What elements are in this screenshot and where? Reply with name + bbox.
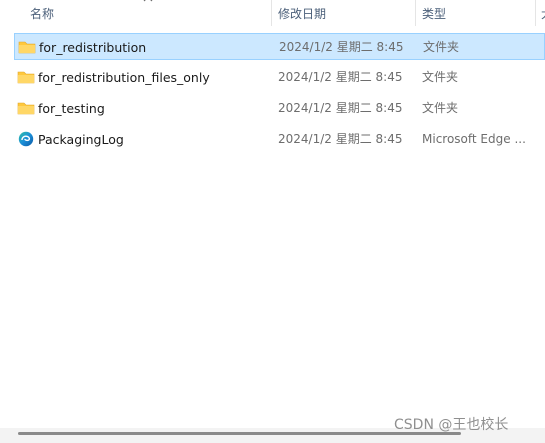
column-header-bar: 名称 修改日期 类型 大 — [0, 0, 545, 28]
column-header-date-modified[interactable]: 修改日期 — [278, 0, 326, 28]
folder-icon — [18, 41, 36, 54]
folder-icon — [17, 102, 35, 115]
file-date: 2024/1/2 星期二 8:45 — [278, 70, 403, 84]
column-header-name[interactable]: 名称 — [30, 0, 54, 28]
column-divider[interactable] — [271, 0, 272, 26]
file-date: 2024/1/2 星期二 8:45 — [278, 132, 403, 146]
file-date: 2024/1/2 星期二 8:45 — [278, 101, 403, 115]
file-row-for-redistribution[interactable]: for_redistribution 2024/1/2 星期二 8:45 文件夹 — [14, 33, 545, 60]
file-row-for-redistribution-files-only[interactable]: for_redistribution_files_only 2024/1/2 星… — [14, 64, 545, 91]
column-divider[interactable] — [535, 0, 536, 26]
file-name: for_redistribution — [39, 40, 147, 55]
file-date: 2024/1/2 星期二 8:45 — [279, 40, 404, 54]
column-divider[interactable] — [415, 0, 416, 26]
sort-ascending-icon — [143, 0, 153, 2]
column-header-type[interactable]: 类型 — [422, 0, 446, 28]
file-name: PackagingLog — [38, 132, 124, 147]
edge-icon — [18, 131, 34, 147]
watermark: CSDN @王也校长 — [394, 417, 509, 433]
file-name: for_testing — [38, 101, 105, 116]
file-type: Microsoft Edge ... — [422, 132, 526, 146]
file-name: for_redistribution_files_only — [38, 70, 210, 85]
file-type: 文件夹 — [422, 70, 459, 84]
file-row-for-testing[interactable]: for_testing 2024/1/2 星期二 8:45 文件夹 — [14, 95, 545, 122]
file-type: 文件夹 — [422, 101, 459, 115]
column-header-size[interactable]: 大 — [541, 0, 545, 28]
folder-icon — [17, 71, 35, 84]
file-row-packaginglog[interactable]: PackagingLog 2024/1/2 星期二 8:45 Microsoft… — [14, 126, 545, 153]
file-type: 文件夹 — [423, 40, 460, 54]
